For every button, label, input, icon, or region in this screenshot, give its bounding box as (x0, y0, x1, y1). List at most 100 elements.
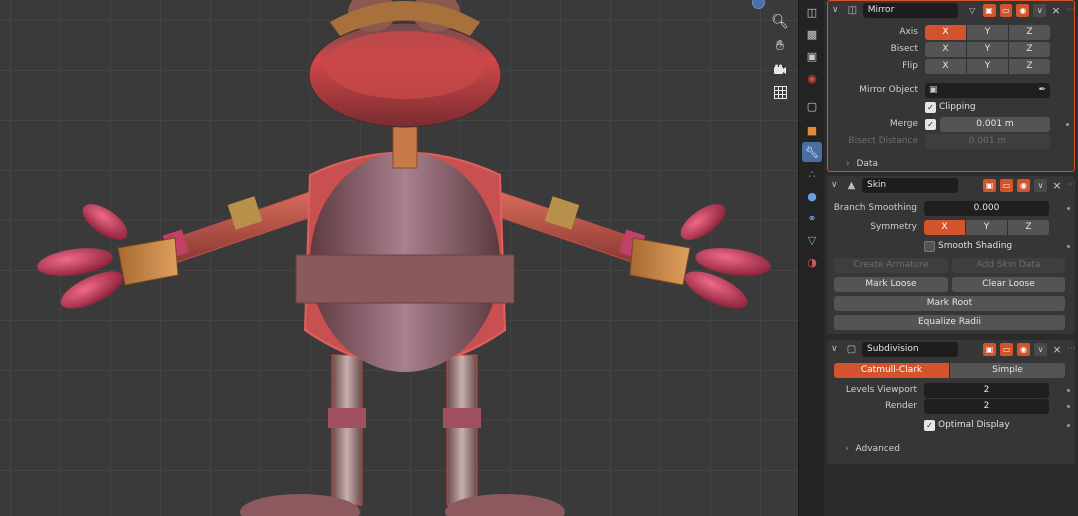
drag-handle-icon[interactable]: ⋯ (1066, 5, 1075, 15)
modifier-name-field[interactable]: Subdivision (862, 341, 958, 357)
camera-icon[interactable] (770, 60, 790, 80)
tool-tab-icon[interactable]: ◫ (802, 2, 822, 22)
data-subpanel-header[interactable]: › Data (846, 159, 878, 169)
symmetry-z-toggle[interactable]: Z (1008, 220, 1049, 235)
edit-mode-toggle-icon[interactable]: ▣ (983, 342, 996, 356)
equalize-radii-button[interactable]: Equalize Radii (834, 315, 1065, 330)
subdivision-modifier-header: ∨ ▢ Subdivision ▣ ▭ ◉ ∨ × ⋯ (827, 340, 1076, 358)
realtime-display-icon[interactable]: ▭ (1000, 178, 1013, 192)
modifier-name-field[interactable]: Skin (862, 177, 958, 193)
flip-x-toggle[interactable]: X (925, 59, 967, 74)
delete-modifier-icon[interactable]: × (1051, 179, 1063, 192)
hand-pan-icon[interactable]: ✋︎ (770, 36, 790, 56)
bisect-toggle-group: X Y Z (925, 42, 1050, 57)
delete-modifier-icon[interactable]: × (1051, 343, 1063, 356)
merge-label: Merge (889, 119, 918, 129)
render-camera-icon[interactable]: ◉ (1017, 178, 1030, 192)
collapse-chevron-icon[interactable]: ∨ (832, 5, 842, 15)
optimal-display-checkbox[interactable]: ✓ (924, 420, 935, 431)
edit-mode-toggle-icon[interactable]: ▣ (983, 178, 996, 192)
collection-tab-icon[interactable]: ▢ (802, 96, 822, 116)
render-camera-icon[interactable]: ◉ (1017, 342, 1030, 356)
branch-smoothing-label: Branch Smoothing (833, 203, 917, 213)
eyedropper-icon[interactable]: ✒ (1038, 83, 1046, 98)
3d-viewport[interactable]: 🔍︎ ✋︎ (0, 0, 798, 516)
levels-viewport-field[interactable]: 2 (924, 383, 1049, 398)
expand-chevron-icon: › (845, 444, 849, 454)
clipping-checkbox[interactable]: ✓ (925, 102, 936, 113)
keyframe-dot[interactable] (1067, 207, 1070, 210)
create-armature-button[interactable]: Create Armature (834, 258, 948, 273)
properties-tab-bar: ◫ ▩ ▣ ◉ ▢ ■ 🔧︎ ∴ ● ⚭ ▽ ◑ (798, 0, 824, 516)
catmull-clark-toggle[interactable]: Catmull-Clark (834, 363, 950, 378)
render-camera-icon[interactable]: ◉ (1016, 3, 1030, 17)
drag-handle-icon[interactable]: ⋯ (1067, 180, 1076, 190)
symmetry-y-toggle[interactable]: Y (966, 220, 1008, 235)
add-skin-data-button[interactable]: Add Skin Data (952, 258, 1065, 273)
delete-modifier-icon[interactable]: × (1050, 4, 1062, 17)
world-tab-icon[interactable]: ◉ (802, 68, 822, 88)
flip-y-toggle[interactable]: Y (967, 59, 1009, 74)
keyframe-dot[interactable] (1067, 424, 1070, 427)
constraints-tab-icon[interactable]: ⚭ (802, 208, 822, 228)
optimal-display-label: Optimal Display (938, 420, 1010, 430)
collapse-chevron-icon[interactable]: ∨ (831, 344, 841, 354)
extras-dropdown-icon[interactable]: ∨ (1034, 342, 1047, 356)
extras-dropdown-icon[interactable]: ∨ (1033, 3, 1047, 17)
merge-checkbox[interactable]: ✓ (925, 119, 936, 130)
mark-root-button[interactable]: Mark Root (834, 296, 1065, 311)
render-levels-field[interactable]: 2 (924, 399, 1049, 414)
axis-label: Axis (899, 27, 918, 37)
zoom-icon[interactable]: 🔍︎ (770, 12, 790, 32)
flip-toggle-group: X Y Z (925, 59, 1050, 74)
symmetry-toggle-group: X Y Z (924, 220, 1049, 235)
mirror-object-field[interactable]: ▣ ✒ (925, 83, 1050, 98)
bisect-z-toggle[interactable]: Z (1009, 42, 1050, 57)
axis-z-toggle[interactable]: Z (1009, 25, 1050, 40)
subdivision-modifier-panel: ∨ ▢ Subdivision ▣ ▭ ◉ ∨ × ⋯ Catmull-Clar… (827, 340, 1076, 464)
keyframe-dot[interactable] (1067, 405, 1070, 408)
symmetry-label: Symmetry (870, 222, 917, 232)
render-label: Render (884, 401, 917, 411)
grid-icon[interactable] (770, 82, 790, 102)
drag-handle-icon[interactable]: ⋯ (1067, 344, 1076, 354)
edit-cage-icon[interactable]: ▽ (966, 4, 979, 17)
axis-y-toggle[interactable]: Y (967, 25, 1009, 40)
branch-smoothing-field[interactable]: 0.000 (924, 201, 1049, 216)
realtime-display-icon[interactable]: ▭ (999, 3, 1013, 17)
particles-tab-icon[interactable]: ∴ (802, 164, 822, 184)
bisect-distance-field[interactable]: 0.001 m (925, 134, 1050, 149)
clear-loose-button[interactable]: Clear Loose (952, 277, 1065, 292)
edit-mode-toggle-icon[interactable]: ▣ (982, 3, 996, 17)
physics-tab-icon[interactable]: ● (802, 186, 822, 206)
material-tab-icon[interactable]: ◑ (802, 252, 822, 272)
mark-loose-button[interactable]: Mark Loose (834, 277, 948, 292)
bisect-y-toggle[interactable]: Y (967, 42, 1009, 57)
mirror-object-label: Mirror Object (859, 85, 918, 95)
extras-dropdown-icon[interactable]: ∨ (1034, 178, 1047, 192)
keyframe-dot[interactable] (1067, 389, 1070, 392)
advanced-subpanel-header[interactable]: › Advanced (845, 444, 900, 454)
object-tab-icon[interactable]: ■ (802, 120, 822, 140)
skin-modifier-panel: ∨ ▲ Skin ▣ ▭ ◉ ∨ × ⋯ Branch Smoothing 0.… (827, 176, 1076, 334)
flip-z-toggle[interactable]: Z (1009, 59, 1050, 74)
expand-chevron-icon: › (846, 159, 850, 169)
smooth-shading-checkbox[interactable] (924, 241, 935, 252)
bisect-x-toggle[interactable]: X (925, 42, 967, 57)
simple-toggle[interactable]: Simple (950, 363, 1065, 378)
modifier-name-field[interactable]: Mirror (862, 2, 958, 18)
realtime-display-icon[interactable]: ▭ (1000, 342, 1013, 356)
render-tab-icon[interactable]: ▩ (802, 24, 822, 44)
axis-x-toggle[interactable]: X (925, 25, 967, 40)
collapse-chevron-icon[interactable]: ∨ (831, 180, 841, 190)
symmetry-x-toggle[interactable]: X (924, 220, 966, 235)
axis-toggle-group: X Y Z (925, 25, 1050, 40)
data-tab-icon[interactable]: ▽ (802, 230, 822, 250)
keyframe-dot[interactable] (1067, 245, 1070, 248)
mirror-modifier-panel: ∨ ◫ Mirror ▽ ▣ ▭ ◉ ∨ × ⋯ Axis X Y Z Bise… (827, 0, 1075, 172)
data-label: Data (856, 159, 878, 169)
output-tab-icon[interactable]: ▣ (802, 46, 822, 66)
modifier-wrench-icon[interactable]: 🔧︎ (802, 142, 822, 162)
merge-distance-field[interactable]: 0.001 m (940, 117, 1050, 132)
keyframe-dot[interactable] (1066, 123, 1069, 126)
